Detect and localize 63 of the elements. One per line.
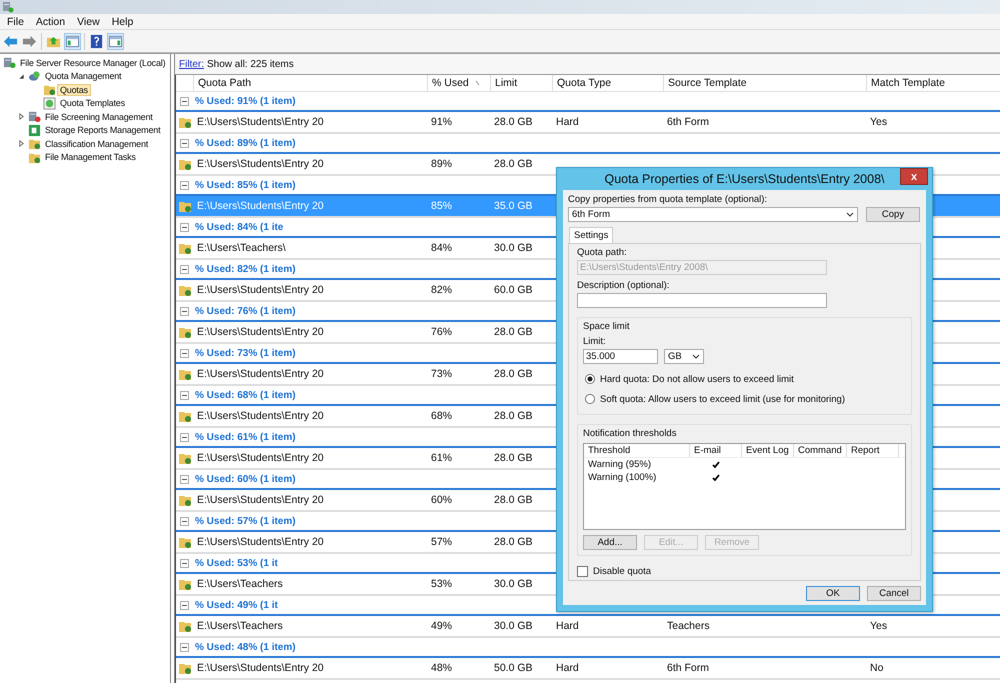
table-cell: 49% bbox=[431, 620, 452, 632]
table-cell: E:\Users\Students\Entry 20 bbox=[197, 326, 324, 338]
table-cell: E:\Users\Students\Entry 20 bbox=[197, 536, 324, 548]
table-cell: 6th Form bbox=[667, 116, 710, 128]
table-cell: 30.0 GB bbox=[494, 578, 533, 590]
table-cell: E:\Users\Students\Entry 20 bbox=[197, 494, 324, 506]
table-cell: 28.0 GB bbox=[494, 452, 533, 464]
copy-label: Copy properties from quota template (optional): bbox=[568, 194, 768, 205]
threshold-cell: Warning (100%) bbox=[588, 472, 656, 483]
description-label: Description (optional): bbox=[577, 280, 670, 291]
table-cell: Hard bbox=[556, 116, 579, 128]
table-cell: 84% bbox=[431, 242, 452, 254]
table-cell: 28.0 GB bbox=[494, 116, 533, 128]
table-cell: 28.0 GB bbox=[494, 536, 533, 548]
table-cell: 28.0 GB bbox=[494, 494, 533, 506]
table-cell: 91% bbox=[431, 116, 452, 128]
table-cell: Hard bbox=[556, 620, 579, 632]
notification-legend: Notification thresholds bbox=[583, 428, 906, 439]
table-cell: 50.0 GB bbox=[494, 662, 533, 674]
table-cell: 61% bbox=[431, 452, 452, 464]
table-cell: Teachers bbox=[667, 620, 710, 632]
table-cell: E:\Users\Students\Entry 20 bbox=[197, 116, 324, 128]
table-cell: E:\Users\Students\Entry 20 bbox=[197, 662, 324, 674]
table-cell: E:\Users\Students\Entry 20 bbox=[197, 158, 324, 170]
table-cell: 6th Form bbox=[667, 662, 710, 674]
table-cell: 60.0 GB bbox=[494, 284, 533, 296]
table-cell: 30.0 GB bbox=[494, 620, 533, 632]
table-cell: 68% bbox=[431, 410, 452, 422]
radio-label: Hard quota: Do not allow users to exceed limit bbox=[600, 374, 794, 384]
table-cell: 28.0 GB bbox=[494, 410, 533, 422]
table-cell: Yes bbox=[870, 620, 888, 632]
table-cell: 89% bbox=[431, 158, 452, 170]
table-cell: 28.0 GB bbox=[494, 368, 533, 380]
table-cell: 30.0 GB bbox=[494, 242, 533, 254]
table-cell: No bbox=[870, 662, 884, 674]
table-cell: 28.0 GB bbox=[494, 326, 533, 338]
table-cell: Yes bbox=[870, 116, 888, 128]
table-cell: E:\Users\Teachers\ bbox=[197, 242, 286, 254]
table-cell: 82% bbox=[431, 284, 452, 296]
table-cell: 85% bbox=[431, 200, 452, 212]
checkbox-label: Disable quota bbox=[593, 566, 652, 577]
filter-status: Show all: 225 items bbox=[207, 58, 294, 70]
table-cell: E:\Users\Students\Entry 20 bbox=[197, 410, 324, 422]
table-cell: E:\Users\Teachers bbox=[197, 620, 283, 632]
radio-label: Soft quota: Allow users to exceed limit (use for monitoring) bbox=[600, 394, 846, 404]
table-cell: 60% bbox=[431, 494, 452, 506]
table-cell: E:\Users\Students\Entry 20 bbox=[197, 452, 324, 464]
table-cell: E:\Users\Students\Entry 20 bbox=[197, 368, 324, 380]
table-cell: 73% bbox=[431, 368, 452, 380]
table-cell: E:\Users\Teachers bbox=[197, 578, 283, 590]
table-cell: E:\Users\Students\Entry 20 bbox=[197, 200, 324, 212]
table-cell: 53% bbox=[431, 578, 452, 590]
table-cell: 76% bbox=[431, 326, 452, 338]
table-cell: Hard bbox=[556, 662, 579, 674]
limit-label: Limit: bbox=[583, 336, 607, 347]
threshold-cell: Warning (95%) bbox=[588, 459, 652, 470]
space-limit-legend: Space limit bbox=[583, 321, 906, 332]
table-cell: E:\Users\Students\Entry 20 bbox=[197, 284, 324, 296]
table-cell: 57% bbox=[431, 536, 452, 548]
quota-path-label: Quota path: bbox=[577, 247, 628, 258]
table-cell: 35.0 GB bbox=[494, 200, 533, 212]
table-cell: 28.0 GB bbox=[494, 158, 533, 170]
table-cell: 48% bbox=[431, 662, 452, 674]
